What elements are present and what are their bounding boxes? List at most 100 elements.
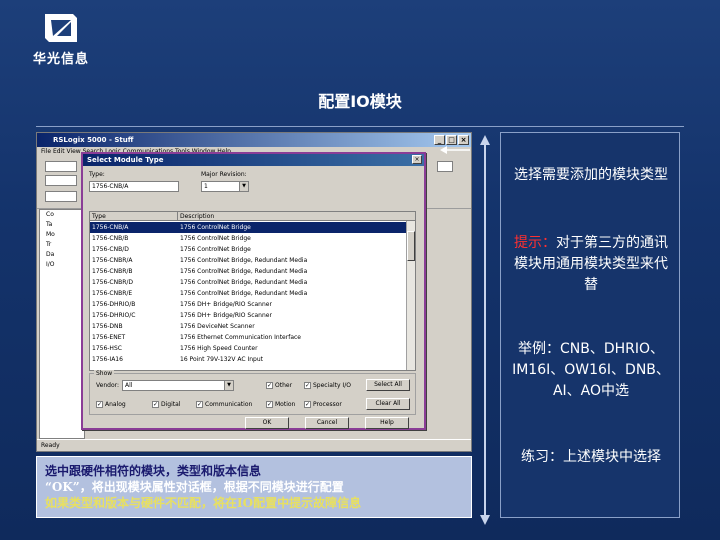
module-row[interactable]: 1756-CNBR/E 1756 ControlNet Bridge, Redun…	[90, 288, 408, 299]
module-row[interactable]: 1756-HSC 1756 High Speed Counter	[90, 343, 408, 354]
tree-item[interactable]: Da	[40, 250, 84, 260]
help-button[interactable]: Help	[365, 417, 409, 429]
type-input[interactable]: 1756-CNB/A	[89, 181, 179, 192]
module-description-cell: 1756 High Speed Counter	[180, 345, 258, 352]
status-bar: Ready	[37, 439, 471, 451]
module-row[interactable]: 1756-CNB/D 1756 ControlNet Bridge	[90, 244, 408, 255]
arrow-double-vertical-icon	[480, 135, 490, 525]
column-type[interactable]: Type	[90, 212, 178, 220]
workspace-pane	[433, 209, 471, 439]
caption-line-3: 如果类型和版本与硬件不匹配，将在IO配置中提示故障信息	[45, 496, 362, 510]
type-label: Type:	[89, 171, 105, 178]
checkbox-checked-icon[interactable]: ✓	[304, 382, 311, 389]
toolbar-field[interactable]	[45, 175, 77, 186]
motion-label: Motion	[275, 401, 296, 408]
caption-box: 选中跟硬件相符的模块，类型和版本信息 “OK”，将出现模块属性对话框，根据不同模…	[36, 456, 472, 518]
module-type-cell: 1756-DHRIO/B	[92, 301, 136, 308]
clear-all-button[interactable]: Clear All	[366, 398, 410, 410]
checkbox-checked-icon[interactable]: ✓	[266, 382, 273, 389]
dialog-close-icon[interactable]: ×	[412, 155, 422, 164]
note-example: 举例：CNB、DHRIO、IM16I、OW16I、DNB、AI、AO中选	[512, 341, 670, 399]
module-type-cell: 1756-CNBR/A	[92, 257, 133, 264]
analog-checkbox[interactable]: ✓ Analog	[96, 401, 126, 408]
column-description[interactable]: Description	[178, 212, 214, 220]
digital-checkbox[interactable]: ✓ Digital	[152, 401, 180, 408]
module-row[interactable]: 1756-DNB 1756 DeviceNet Scanner	[90, 321, 408, 332]
module-type-cell: 1756-HSC	[92, 345, 122, 352]
major-revision-select[interactable]: 1 ▼	[201, 181, 249, 192]
list-rows: 1756-CNB/A 1756 ControlNet Bridge 1756-CNB…	[90, 222, 408, 365]
specialty-io-checkbox[interactable]: ✓ Specialty I/O	[304, 382, 351, 389]
tree-item[interactable]: Co	[40, 210, 84, 220]
major-revision-value: 1	[204, 183, 208, 190]
tree-item[interactable]: Ta	[40, 220, 84, 230]
digital-label: Digital	[161, 401, 181, 408]
tree-item[interactable]: Tr	[40, 240, 84, 250]
other-checkbox[interactable]: ✓ Other	[266, 382, 292, 389]
module-description-cell: 1756 ControlNet Bridge	[180, 235, 251, 242]
module-row[interactable]: 1756-ENET 1756 Ethernet Communication Int…	[90, 332, 408, 343]
communication-checkbox[interactable]: ✓ Communication	[196, 401, 252, 408]
list-header: Type Description	[90, 212, 415, 221]
checkbox-checked-icon[interactable]: ✓	[152, 401, 159, 408]
chevron-down-icon[interactable]: ▼	[239, 182, 248, 191]
module-type-cell: 1756-IA16	[92, 356, 123, 363]
cancel-button[interactable]: Cancel	[305, 417, 349, 429]
list-scrollbar[interactable]	[406, 221, 415, 370]
module-type-cell: 1756-ENET	[92, 334, 126, 341]
toolbar-field[interactable]	[45, 161, 77, 172]
ok-button[interactable]: OK	[245, 417, 289, 429]
module-row[interactable]: 1756-CNB/B 1756 ControlNet Bridge	[90, 233, 408, 244]
tree-item[interactable]: I/O	[40, 260, 84, 270]
select-module-type-dialog: Select Module Type × Type: 1756-CNB/A Ma…	[81, 152, 426, 430]
app-title: RSLogix 5000 - Stuff	[53, 136, 134, 144]
module-row[interactable]: 1756-DHRIO/C 1756 DH+ Bridge/RIO Scanner	[90, 310, 408, 321]
other-label: Other	[275, 382, 293, 389]
scrollbar-thumb[interactable]	[407, 231, 415, 261]
minimize-icon[interactable]: _	[434, 135, 445, 145]
motion-checkbox[interactable]: ✓ Motion	[266, 401, 295, 408]
maximize-icon[interactable]: □	[446, 135, 457, 145]
logo-text: 华光信息	[32, 52, 89, 67]
module-row[interactable]: 1756-CNBR/D 1756 ControlNet Bridge, Redun…	[90, 277, 408, 288]
tree-item[interactable]: Mo	[40, 230, 84, 240]
note-exercise: 练习：上述模块中选择	[521, 449, 661, 465]
module-description-cell: 1756 ControlNet Bridge, Redundant Media	[180, 257, 308, 264]
module-row[interactable]: 1756-CNB/A 1756 ControlNet Bridge	[90, 222, 408, 233]
close-icon[interactable]: ×	[458, 135, 469, 145]
module-type-cell: 1756-CNBR/E	[92, 290, 133, 297]
select-all-button[interactable]: Select All	[366, 379, 410, 391]
module-row[interactable]: 1756-IA16 16 Point 79V-132V AC Input	[90, 354, 408, 365]
toolbar-field[interactable]	[45, 191, 77, 202]
rslogix-screenshot: RSLogix 5000 - Stuff _ □ × File Edit Vie…	[36, 132, 472, 452]
major-revision-label: Major Revision:	[201, 171, 247, 178]
module-row[interactable]: 1756-CNBR/B 1756 ControlNet Bridge, Redun…	[90, 266, 408, 277]
company-logo: 华光信息	[26, 10, 96, 68]
controller-organizer[interactable]: Co Ta Mo Tr Da I/O	[39, 209, 85, 439]
chevron-down-icon[interactable]: ▼	[224, 381, 233, 390]
filter-group: Show Vendor: All ▼ ✓ Other ✓ Specialty I…	[89, 370, 416, 415]
slide-title: 配置IO模块	[318, 92, 402, 111]
app-title-bar: RSLogix 5000 - Stuff _ □ ×	[37, 133, 471, 147]
checkbox-checked-icon[interactable]: ✓	[96, 401, 103, 408]
toolbar-field[interactable]	[437, 161, 453, 172]
checkbox-checked-icon[interactable]: ✓	[196, 401, 203, 408]
module-row[interactable]: 1756-CNBR/A 1756 ControlNet Bridge, Redun…	[90, 255, 408, 266]
checkbox-checked-icon[interactable]: ✓	[266, 401, 273, 408]
note-hint: 提示：对于第三方的通讯模块用通用模块类型来代替	[509, 233, 673, 296]
vendor-value: All	[125, 382, 133, 389]
module-description-cell: 1756 DH+ Bridge/RIO Scanner	[180, 301, 272, 308]
module-type-list[interactable]: Type Description 1756-CNB/A 1756 ControlN…	[89, 211, 416, 371]
module-row[interactable]: 1756-DHRIO/B 1756 DH+ Bridge/RIO Scanner	[90, 299, 408, 310]
note-select-type: 选择需要添加的模块类型	[514, 167, 668, 183]
module-description-cell: 1756 DH+ Bridge/RIO Scanner	[180, 312, 272, 319]
module-type-cell: 1756-CNBR/B	[92, 268, 133, 275]
logo-mark-icon	[45, 14, 77, 42]
module-type-cell: 1756-CNB/B	[92, 235, 129, 242]
checkbox-checked-icon[interactable]: ✓	[304, 401, 311, 408]
show-label: Show	[94, 370, 115, 377]
vendor-select[interactable]: All ▼	[122, 380, 234, 391]
dialog-title: Select Module Type	[83, 154, 424, 166]
window-controls: _ □ ×	[434, 135, 469, 145]
processor-checkbox[interactable]: ✓ Processor	[304, 401, 342, 408]
